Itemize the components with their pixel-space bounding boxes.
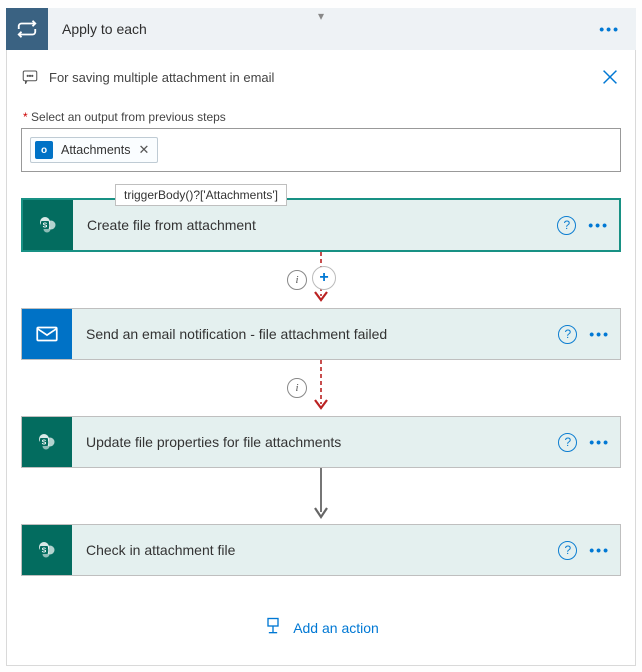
mail-icon	[22, 309, 72, 359]
chip-label: Attachments	[61, 143, 130, 157]
action-more-menu[interactable]: •••	[589, 326, 620, 342]
sharepoint-icon: S	[23, 200, 73, 250]
action-update-properties[interactable]: S Update file properties for file attach…	[21, 416, 621, 468]
comment-text: For saving multiple attachment in email	[49, 70, 589, 85]
sharepoint-icon: S	[22, 525, 72, 575]
expression-tooltip: triggerBody()?['Attachments']	[115, 184, 287, 206]
action-more-menu[interactable]: •••	[588, 217, 619, 233]
info-icon[interactable]: i	[287, 378, 307, 398]
help-icon[interactable]: ?	[558, 325, 577, 344]
info-icon[interactable]: i	[287, 270, 307, 290]
connector-3	[21, 468, 621, 524]
header-more-menu[interactable]: •••	[593, 17, 626, 41]
action-label: Update file properties for file attachme…	[86, 434, 558, 450]
action-send-email[interactable]: Send an email notification - file attach…	[21, 308, 621, 360]
add-action-label: Add an action	[293, 620, 379, 636]
svg-text:S: S	[42, 548, 47, 555]
svg-text:S: S	[43, 223, 48, 230]
action-label: Send an email notification - file attach…	[86, 326, 558, 342]
action-more-menu[interactable]: •••	[589, 542, 620, 558]
header-title: Apply to each	[62, 21, 593, 37]
sharepoint-icon: S	[22, 417, 72, 467]
action-more-menu[interactable]: •••	[589, 434, 620, 450]
insert-step-button[interactable]: +	[312, 266, 336, 290]
attachments-token-chip[interactable]: o Attachments ✕	[30, 137, 158, 163]
connector-1: i +	[21, 252, 621, 308]
select-output-input[interactable]: o Attachments ✕	[21, 128, 621, 172]
action-create-file[interactable]: S Create file from attachment ? •••	[21, 198, 621, 252]
help-icon[interactable]: ?	[558, 433, 577, 452]
svg-text:S: S	[42, 440, 47, 447]
action-label: Create file from attachment	[87, 217, 557, 233]
action-check-in-file[interactable]: S Check in attachment file ? •••	[21, 524, 621, 576]
comment-row: For saving multiple attachment in email	[21, 60, 621, 106]
select-output-label: * Select an output from previous steps	[23, 110, 621, 124]
comment-icon	[21, 68, 39, 86]
add-action-button[interactable]: Add an action	[21, 616, 621, 639]
outlook-icon: o	[35, 141, 53, 159]
add-action-icon	[263, 616, 283, 639]
help-icon[interactable]: ?	[557, 216, 576, 235]
action-label: Check in attachment file	[86, 542, 558, 558]
incoming-connector-arrow: ▾	[318, 9, 324, 23]
help-icon[interactable]: ?	[558, 541, 577, 560]
close-icon[interactable]	[599, 66, 621, 88]
apply-to-each-panel: For saving multiple attachment in email …	[6, 50, 636, 666]
connector-2: i	[21, 360, 621, 416]
chip-remove-icon[interactable]: ✕	[138, 142, 149, 158]
loop-icon	[6, 8, 48, 50]
